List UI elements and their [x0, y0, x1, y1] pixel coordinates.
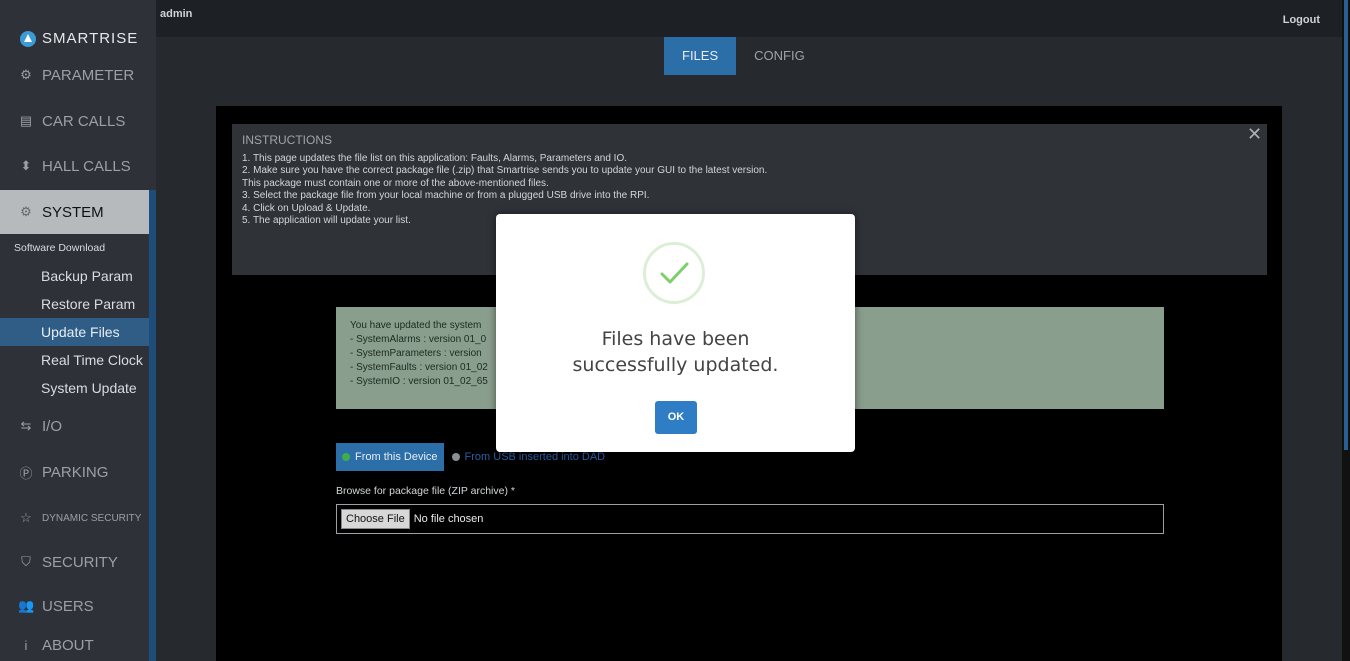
- users-icon: 👥: [18, 598, 35, 613]
- io-icon: ⇆: [20, 418, 32, 433]
- file-input[interactable]: Choose File No file chosen: [336, 504, 1164, 534]
- sidebar-item-parameter[interactable]: ⚙ PARAMETER: [0, 62, 149, 88]
- source-device-label: From this Device: [355, 451, 438, 463]
- smartrise-logo-icon: [20, 30, 36, 47]
- top-bar: [156, 0, 1342, 37]
- sidebar-item-about[interactable]: i ABOUT: [0, 630, 149, 661]
- sidebar-subitem-backup-param[interactable]: Backup Param: [0, 262, 149, 290]
- radio-unselected-icon: [451, 453, 460, 461]
- sidebar-subitem-software-download[interactable]: Software Download: [0, 234, 149, 262]
- sidebar-item-label: SYSTEM: [42, 203, 104, 221]
- file-status: No file chosen: [413, 513, 484, 525]
- current-user: admin: [160, 8, 193, 20]
- sidebar-item-car-calls[interactable]: ▤ CAR CALLS: [0, 100, 149, 142]
- check-icon: [660, 262, 689, 284]
- sidebar-item-label: ABOUT: [42, 637, 94, 654]
- car-calls-icon: ▤: [19, 113, 33, 128]
- radio-selected-icon: [342, 453, 350, 461]
- hall-calls-icon: ⬍: [20, 158, 32, 173]
- success-modal: Files have been successfully updated. OK: [496, 214, 855, 452]
- parameter-icon: ⚙: [20, 67, 32, 82]
- source-device-option[interactable]: From this Device: [336, 443, 444, 471]
- sidebar-item-io[interactable]: ⇆ I/O: [0, 404, 149, 448]
- sidebar-item-label: HALL CALLS: [42, 157, 131, 175]
- instruction-line: 1. This page updates the file list on th…: [242, 152, 628, 164]
- star-icon: ☆: [20, 510, 32, 525]
- sidebar-subitem-real-time-clock[interactable]: Real Time Clock: [0, 346, 149, 374]
- sidebar-item-security[interactable]: ⛉ SECURITY: [0, 540, 149, 584]
- sidebar-item-label: PARKING: [42, 463, 109, 481]
- sidebar-item-label: SECURITY: [42, 553, 118, 571]
- close-icon[interactable]: ✕: [1247, 124, 1262, 145]
- sidebar-subitem-restore-param[interactable]: Restore Param: [0, 290, 149, 318]
- tab-files[interactable]: FILES: [664, 37, 737, 75]
- gear-icon: ⚙: [20, 204, 32, 219]
- sidebar-item-hall-calls[interactable]: ⬍ HALL CALLS: [0, 144, 149, 188]
- choose-file-button[interactable]: Choose File: [341, 509, 410, 529]
- instruction-line: 3. Select the package file from your loc…: [242, 190, 650, 201]
- sidebar-subitem-update-files[interactable]: Update Files: [0, 318, 149, 346]
- sidebar-item-label: CAR CALLS: [42, 112, 126, 130]
- sidebar-item-parking[interactable]: Ⓟ PARKING: [0, 450, 149, 494]
- tab-bar: FILES CONFIG: [664, 37, 823, 75]
- instructions-title: INSTRUCTIONS: [242, 133, 332, 147]
- check-circle: [643, 242, 705, 304]
- browse-label: Browse for package file (ZIP archive) *: [336, 485, 515, 497]
- sidebar-subitem-system-update[interactable]: System Update: [0, 374, 149, 402]
- brand: SMARTRISE: [20, 30, 138, 47]
- sidebar: SMARTRISE ⚙ PARAMETER ▤ CAR CALLS ⬍ HALL…: [0, 0, 156, 661]
- sidebar-item-label: I/O: [42, 417, 63, 435]
- logout-link[interactable]: Logout: [1283, 14, 1320, 26]
- parking-icon: Ⓟ: [19, 465, 33, 481]
- ok-button[interactable]: OK: [655, 401, 697, 434]
- sidebar-item-system[interactable]: ⚙ SYSTEM: [0, 190, 149, 234]
- sidebar-item-label: PARAMETER: [42, 66, 135, 84]
- sidebar-item-label: USERS: [42, 597, 94, 615]
- sidebar-item-dynamic-security[interactable]: ☆ DYNAMIC SECURITY: [0, 496, 149, 540]
- app-root: SMARTRISE ⚙ PARAMETER ▤ CAR CALLS ⬍ HALL…: [0, 0, 1350, 661]
- instruction-line: 2. Make sure you have the correct packag…: [242, 165, 768, 176]
- modal-message: Files have been successfully updated.: [572, 328, 779, 376]
- scrollbar[interactable]: [1342, 0, 1350, 661]
- sidebar-item-users[interactable]: 👥 USERS: [0, 586, 149, 626]
- info-icon: i: [24, 638, 28, 653]
- brand-name: SMARTRISE: [42, 30, 139, 47]
- sidebar-item-label: DYNAMIC SECURITY: [42, 512, 142, 524]
- source-usb-label: From USB inserted into DAD: [464, 451, 606, 463]
- sidebar-accent-strip: [149, 190, 156, 661]
- tab-config[interactable]: CONFIG: [736, 37, 823, 75]
- shield-icon: ⛉: [21, 554, 31, 569]
- source-usb-option[interactable]: From USB inserted into DAD: [451, 451, 606, 463]
- scrollbar-thumb[interactable]: [1344, 0, 1348, 450]
- instruction-line: This package must contain one or more of…: [242, 177, 549, 189]
